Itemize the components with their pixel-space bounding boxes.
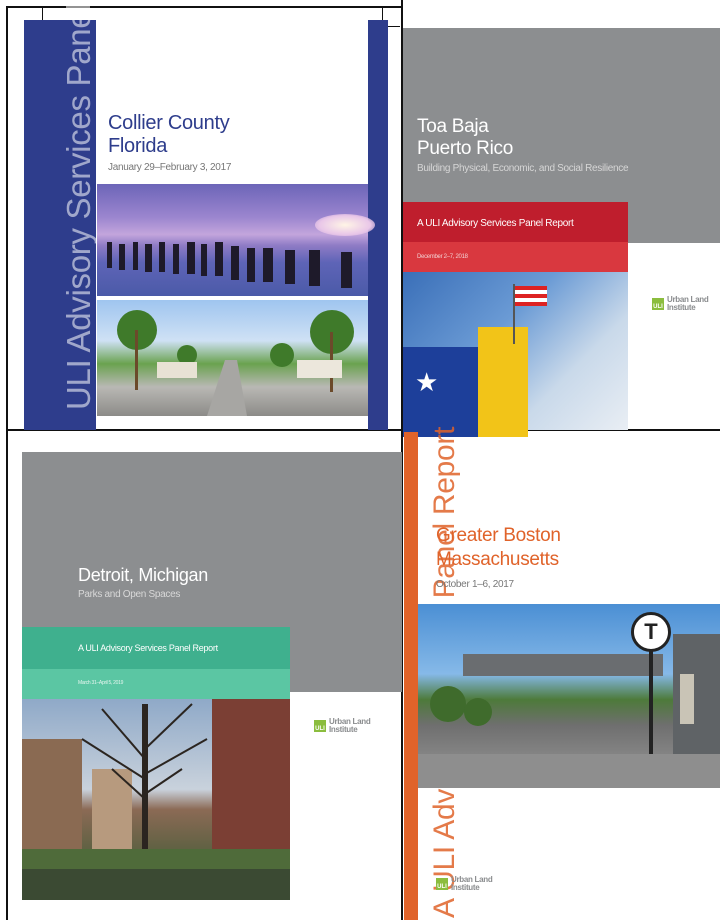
collier-title: Collier County Florida <box>108 112 230 158</box>
boston-side-band <box>404 432 418 920</box>
toa-title-line2: Puerto Rico <box>417 138 513 159</box>
toa-subtitle: Building Physical, Economic, and Social … <box>417 163 629 174</box>
uli-logo-line2: Institute <box>329 725 358 734</box>
collier-date: January 29–February 3, 2017 <box>108 162 232 173</box>
detroit-band-label: A ULI Advisory Services Panel Report <box>78 643 218 653</box>
boston-title-line2: Massachusetts <box>436 549 559 570</box>
uli-logo-text: Urban Land Institute <box>667 296 709 312</box>
detroit-uli-logo: ULI Urban Land Institute <box>314 718 371 734</box>
left-frame-line <box>6 6 8 920</box>
crop-mark <box>388 26 400 27</box>
uli-logo-line2: Institute <box>667 303 696 312</box>
boston-street-photo: T <box>418 604 720 788</box>
street-details <box>418 634 720 788</box>
uli-logo-line2: Institute <box>451 883 480 892</box>
boston-uli-logo: ULI Urban Land Institute <box>436 876 493 892</box>
detroit-park-photo <box>22 699 290 900</box>
detroit-date-band <box>22 669 290 699</box>
collier-street-photo <box>97 300 368 416</box>
crop-mark <box>42 8 43 20</box>
toa-band-label: A ULI Advisory Services Panel Report <box>417 218 574 229</box>
toa-date: December 2–7, 2018 <box>417 254 468 260</box>
detroit-date: March 31–April 5, 2019 <box>78 680 124 686</box>
toa-uli-logo: ULI Urban Land Institute <box>652 296 709 312</box>
collier-vertical-label: ULI Advisory Services Panel Report <box>60 0 97 410</box>
star-icon: ★ <box>415 367 439 397</box>
uli-logo-icon: ULI <box>652 298 664 310</box>
boston-title-line1: Greater Boston <box>436 525 561 546</box>
collier-sunset-photo <box>97 184 375 296</box>
uli-logo-icon: ULI <box>436 878 448 890</box>
toa-title-line1: Toa Baja <box>417 116 489 137</box>
yellow-building <box>478 327 528 437</box>
crop-mark <box>382 8 383 20</box>
detroit-subtitle: Parks and Open Spaces <box>78 589 181 600</box>
pier-pilings <box>107 242 352 288</box>
flag-icon <box>515 286 547 306</box>
uli-logo-text: Urban Land Institute <box>329 718 371 734</box>
collier-title-line2: Florida <box>108 135 168 157</box>
toa-title: Toa Baja Puerto Rico <box>417 116 513 160</box>
detroit-title: Detroit, Michigan <box>78 565 208 585</box>
uli-logo-icon: ULI <box>314 720 326 732</box>
toa-flag-photo: ★ <box>403 272 628 437</box>
street-scene <box>117 310 354 416</box>
collier-title-line1: Collier County <box>108 112 230 134</box>
uli-logo-text: Urban Land Institute <box>451 876 493 892</box>
tree-branches <box>22 703 290 900</box>
boston-date: October 1–6, 2017 <box>436 579 514 590</box>
boston-title: Greater Boston Massachusetts <box>436 524 561 572</box>
